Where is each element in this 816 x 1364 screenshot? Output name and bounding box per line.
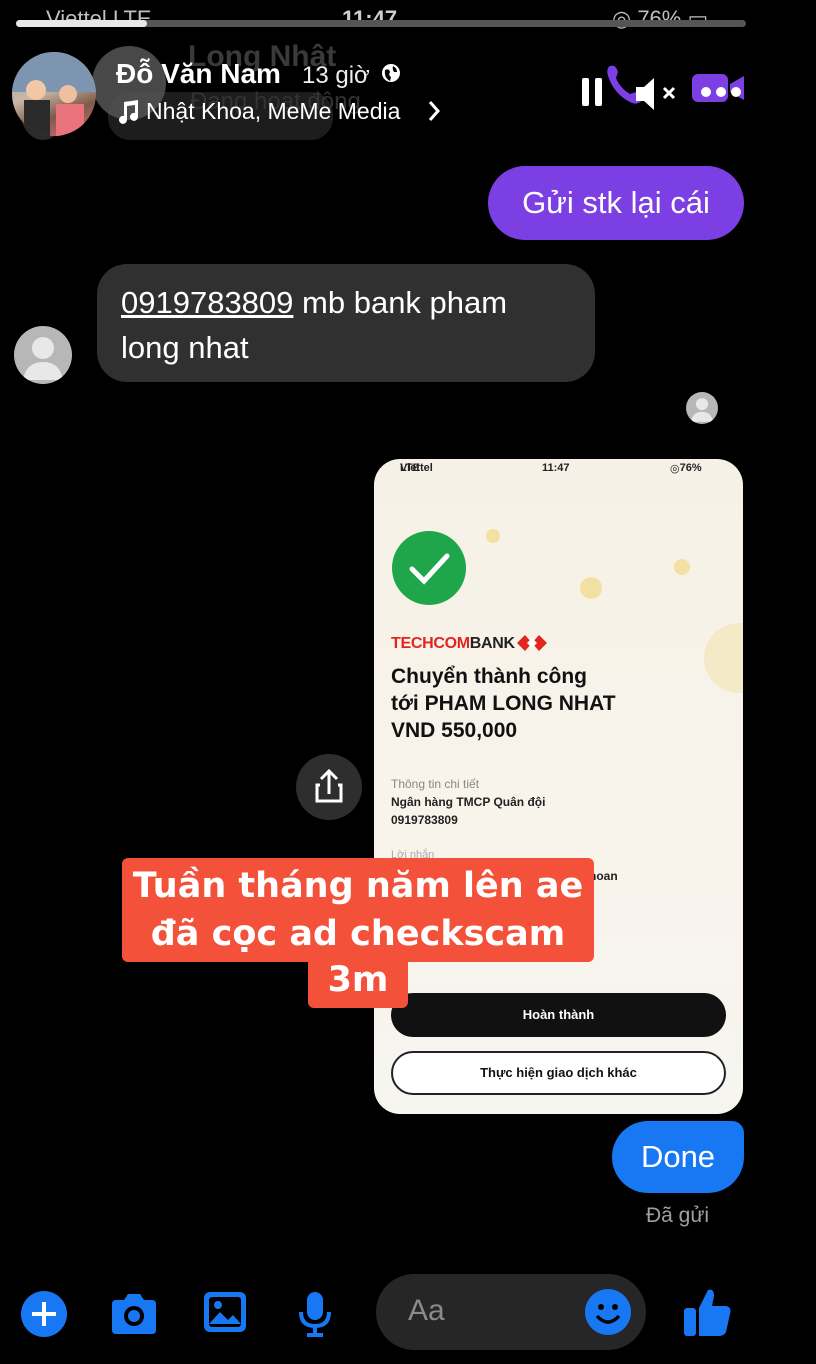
like-icon[interactable] (682, 1286, 732, 1338)
bank-logo-text: TECHCOMBANK (391, 635, 515, 652)
contact-avatar (14, 326, 72, 384)
checkmark-icon (409, 553, 450, 585)
screenshot-battery: ◎ 76% (670, 462, 702, 475)
coin-decoration (486, 529, 500, 543)
poster-name[interactable]: Đỗ Văn Nam (116, 58, 281, 90)
caption-line-1: Tuần tháng năm lên ae (122, 858, 594, 912)
story-progress-fill (16, 20, 148, 27)
outgoing-message[interactable]: Gửi stk lại cái (488, 166, 744, 240)
recipient-bank: Ngân hàng TMCP Quân đội (391, 795, 546, 809)
details-heading: Thông tin chi tiết (391, 777, 480, 791)
music-note-icon (119, 99, 138, 124)
share-button[interactable] (296, 754, 362, 820)
status-bar: Viettel LTE 11:47 ◎ 76% ▭ (0, 4, 760, 34)
coin-decoration (674, 559, 690, 575)
carrier-label: Viettel LTE (46, 6, 152, 31)
globe-icon (382, 64, 400, 82)
avatar-photo (12, 52, 96, 136)
microphone-icon[interactable] (296, 1290, 334, 1338)
composer-placeholder: Aa (408, 1294, 445, 1327)
phone-link[interactable]: 0919783809 (121, 285, 293, 320)
more-options-icon[interactable] (700, 86, 742, 98)
new-transaction-button: Thực hiện giao dịch khác (391, 1051, 726, 1095)
share-icon (315, 768, 343, 803)
caption-line-2: đã cọc ad checkscam (122, 906, 594, 962)
seen-indicator-avatar (686, 392, 718, 424)
screenshot-time: 11:47 (542, 462, 570, 474)
techcombank-logo-icon (517, 635, 547, 651)
music-attribution[interactable]: Nhật Khoa, MeMe Media (118, 98, 400, 125)
success-check (392, 531, 466, 605)
status-time: 11:47 (342, 6, 398, 31)
pause-icon[interactable] (580, 76, 604, 108)
coin-decoration (580, 577, 602, 599)
incoming-message[interactable]: 0919783809 mb bank pham long nhat (97, 264, 595, 382)
shared-screenshot[interactable]: Viettel LTE 11:47 ◎ 76% TECHCOMBANK Chuy… (374, 459, 743, 1114)
message-composer[interactable]: Aa (376, 1274, 646, 1350)
story-progress-bar (16, 20, 746, 27)
battery-level: ◎ 76% ▭ (612, 6, 709, 31)
poster-avatar[interactable] (12, 52, 96, 136)
transfer-result-title: Chuyển thành công tới PHAM LONG NHAT VND… (391, 665, 616, 742)
caption-line-3: 3m (308, 956, 408, 1008)
emoji-icon[interactable] (584, 1288, 632, 1336)
camera-icon[interactable] (108, 1290, 160, 1338)
done-message[interactable]: Done (612, 1121, 744, 1193)
add-icon[interactable] (20, 1290, 68, 1338)
sent-status: Đã gửi (646, 1204, 710, 1227)
mute-icon[interactable] (632, 74, 680, 114)
music-label: Nhật Khoa, MeMe Media (146, 98, 401, 124)
recipient-account: 0919783809 (391, 813, 458, 827)
default-person-icon (690, 398, 714, 422)
gallery-icon[interactable] (202, 1290, 248, 1334)
finish-button: Hoàn thành (391, 993, 726, 1037)
chevron-right-icon[interactable] (426, 99, 442, 123)
default-person-icon (23, 337, 63, 380)
post-time: 13 giờ (302, 62, 370, 89)
